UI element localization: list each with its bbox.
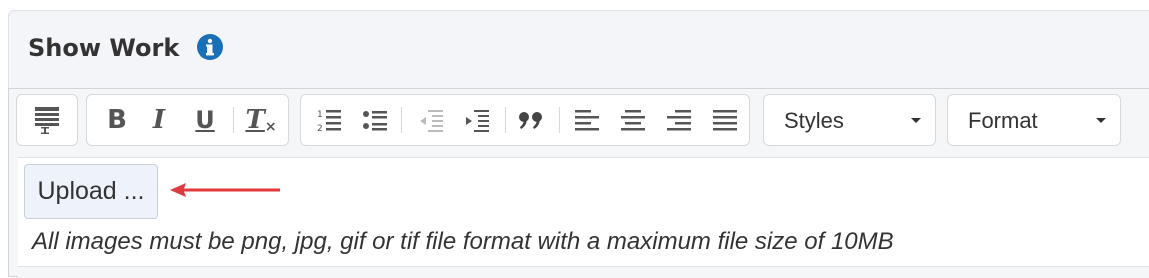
increase-indent-button[interactable] xyxy=(457,95,497,145)
remove-format-button[interactable]: T × xyxy=(239,95,283,145)
svg-text:2: 2 xyxy=(317,124,323,133)
toolbar-group-basicstyles: B I U T × xyxy=(86,94,289,146)
align-center-button[interactable] xyxy=(613,95,653,145)
toolbar-group-document xyxy=(16,94,78,146)
italic-icon: I xyxy=(152,105,166,135)
upload-button[interactable]: Upload ... xyxy=(24,164,158,219)
blockquote-button[interactable] xyxy=(511,95,551,145)
underline-icon: U xyxy=(195,106,215,134)
align-right-icon xyxy=(667,110,691,131)
toolbar-group-paragraph: 1 2 xyxy=(300,94,750,146)
styles-dropdown[interactable]: Styles xyxy=(763,94,936,146)
decrease-indent-button[interactable] xyxy=(411,95,451,145)
source-icon xyxy=(35,107,59,134)
format-dropdown[interactable]: Format xyxy=(947,94,1121,146)
format-dropdown-label: Format xyxy=(968,108,1038,133)
underline-button[interactable]: U xyxy=(185,95,225,145)
align-left-button[interactable] xyxy=(567,95,607,145)
decrease-indent-icon xyxy=(420,110,443,132)
editor-bottom xyxy=(18,266,1149,278)
chevron-down-icon xyxy=(1096,118,1106,123)
align-center-icon xyxy=(621,110,645,131)
source-button[interactable] xyxy=(17,95,77,145)
remove-format-icon: T xyxy=(245,105,265,135)
align-left-icon xyxy=(575,110,599,131)
styles-dropdown-label: Styles xyxy=(784,108,844,133)
align-right-button[interactable] xyxy=(659,95,699,145)
bold-icon: B xyxy=(107,105,127,135)
justify-icon xyxy=(713,110,737,131)
bulleted-list-button[interactable] xyxy=(355,95,395,145)
upload-note: All images must be png, jpg, gif or tif … xyxy=(32,228,894,255)
arrow-left-icon xyxy=(170,183,280,197)
blockquote-icon xyxy=(519,112,542,129)
increase-indent-icon xyxy=(466,110,489,132)
chevron-down-icon xyxy=(911,118,921,123)
numbered-list-button[interactable]: 1 2 xyxy=(309,95,349,145)
bold-button[interactable]: B xyxy=(97,95,137,145)
bulleted-list-icon xyxy=(363,111,387,131)
svg-text:1: 1 xyxy=(317,110,323,120)
italic-button[interactable]: I xyxy=(139,95,179,145)
justify-button[interactable] xyxy=(705,95,745,145)
numbered-list-icon: 1 2 xyxy=(317,110,341,133)
section-title: Show Work xyxy=(28,34,180,62)
info-circle-icon[interactable] xyxy=(196,33,224,61)
